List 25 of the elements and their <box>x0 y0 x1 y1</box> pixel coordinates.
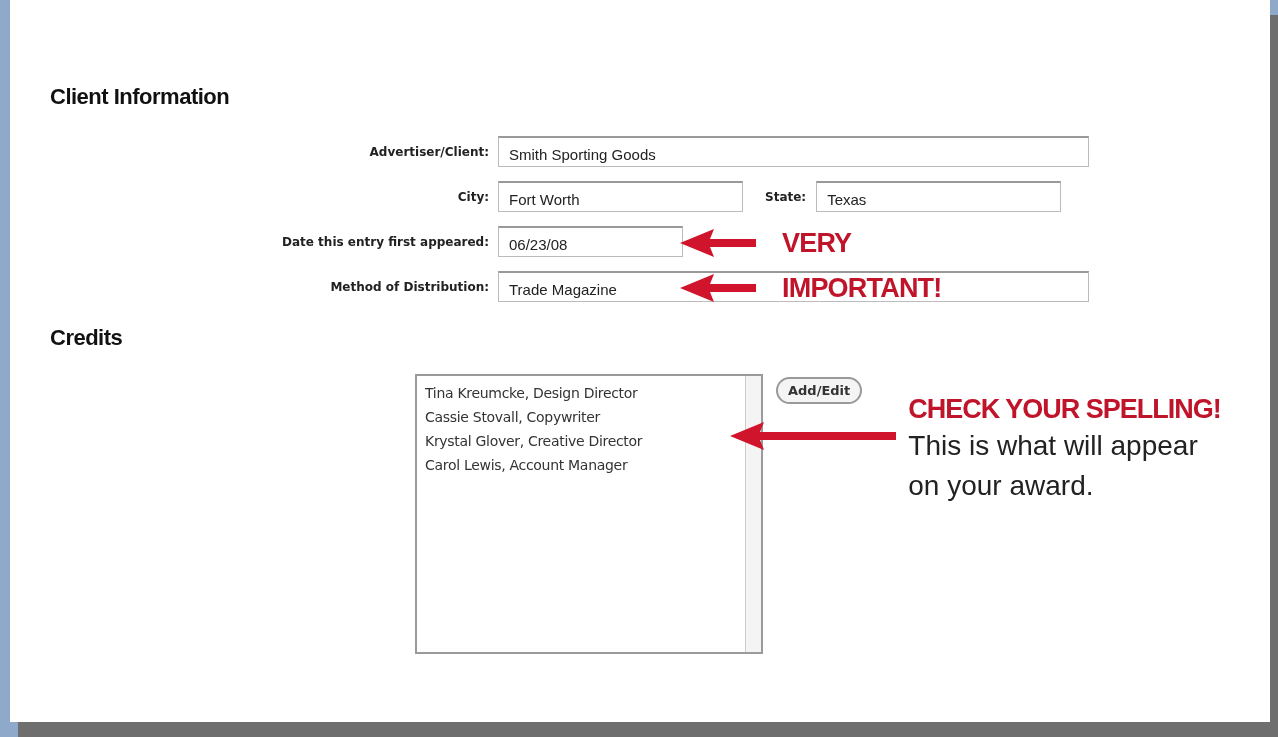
text-field[interactable]: 06/23/08 <box>498 226 683 257</box>
credit-entry: Tina Kreumcke, Design Director <box>425 384 639 403</box>
credit-entry: Krystal Glover, Creative Director <box>425 432 644 451</box>
text-field[interactable]: Smith Sporting Goods <box>498 136 1089 167</box>
callout-title: CHECK YOUR SPELLING! <box>908 393 1222 426</box>
credits-list[interactable]: Tina Kreumcke, Design Director Cassie Stovall, Copywriter Krystal Glover, Creative Director Carol Lewis, Account Manager <box>415 374 763 654</box>
callout-text: This is what will appear on your award. <box>908 429 1199 503</box>
field-label: State: <box>765 189 807 204</box>
text-field[interactable]: Fort Worth <box>498 181 743 212</box>
text-field[interactable]: Texas <box>816 181 1062 212</box>
section-heading: Client Information <box>50 84 230 110</box>
add-edit-button[interactable]: Add/Edit <box>776 377 863 404</box>
section-heading: Credits <box>50 325 123 351</box>
field-label: Date this entry first appeared: <box>281 234 490 249</box>
field-label: City: <box>456 189 490 204</box>
callout-text: VERY <box>782 228 852 258</box>
field-label: Method of Distribution: <box>329 279 490 294</box>
credit-entry: Carol Lewis, Account Manager <box>425 456 629 475</box>
field-label: Advertiser/Client: <box>368 144 490 159</box>
arrow-icon <box>680 229 756 257</box>
credit-entry: Cassie Stovall, Copywriter <box>425 408 602 427</box>
callout-text: IMPORTANT! <box>782 273 942 303</box>
arrow-icon <box>680 274 756 302</box>
arrow-icon <box>730 422 896 450</box>
scrollbar[interactable] <box>745 376 761 652</box>
